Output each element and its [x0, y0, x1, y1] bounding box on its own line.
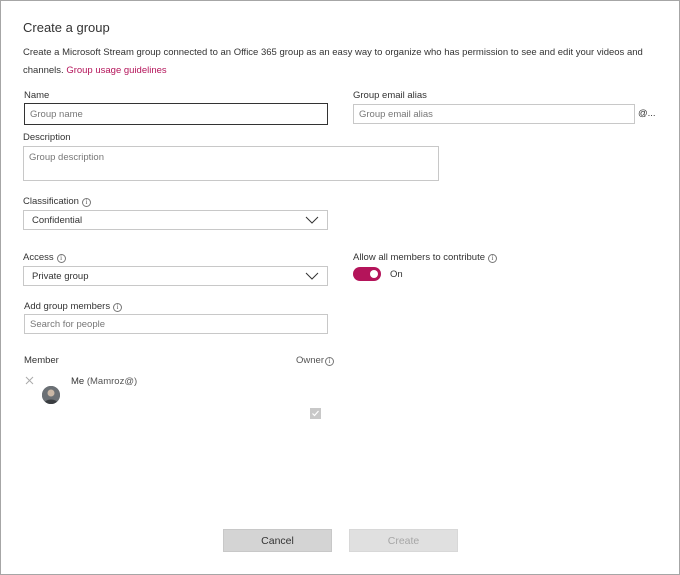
- member-alias: (Mamroz@): [86, 376, 138, 387]
- member-name-cell: Me (Mamroz@): [71, 376, 137, 387]
- members-label: Add group members: [24, 301, 111, 312]
- access-value: Private group: [32, 270, 89, 282]
- members-label-row: Add group members i: [24, 301, 123, 312]
- name-label: Name: [24, 90, 50, 101]
- toggle-knob: [370, 270, 378, 278]
- access-label: Access: [23, 252, 54, 263]
- create-group-dialog: Create a group Create a Microsoft Stream…: [0, 0, 680, 575]
- owner-column-header-row: Owner i: [296, 355, 334, 366]
- member-name: Me: [71, 376, 85, 387]
- owner-column-header: Owner: [296, 355, 324, 366]
- checkmark-icon: [312, 410, 319, 417]
- person-avatar-icon: [42, 386, 60, 404]
- cancel-button[interactable]: Cancel: [223, 529, 332, 552]
- owner-checkbox[interactable]: [310, 408, 321, 419]
- info-icon[interactable]: i: [324, 357, 334, 366]
- group-name-input[interactable]: [24, 103, 328, 125]
- chevron-down-icon: [305, 216, 319, 224]
- create-button[interactable]: Create: [349, 529, 458, 552]
- info-icon[interactable]: i: [56, 254, 66, 263]
- dialog-description: Create a Microsoft Stream group connecte…: [23, 44, 653, 80]
- dialog-title: Create a group: [23, 20, 110, 35]
- chevron-down-icon: [305, 272, 319, 280]
- avatar: [42, 386, 60, 404]
- classification-label: Classification: [23, 196, 79, 207]
- email-domain-suffix: @...: [638, 108, 656, 119]
- group-usage-guidelines-link[interactable]: Group usage guidelines: [66, 65, 166, 76]
- classification-label-row: Classification i: [23, 196, 91, 207]
- classification-dropdown[interactable]: Confidential: [23, 210, 328, 230]
- contribute-label-row: Allow all members to contribute i: [353, 252, 497, 263]
- classification-value: Confidential: [32, 214, 83, 226]
- contribute-state-text: On: [390, 269, 403, 280]
- info-icon[interactable]: i: [113, 303, 123, 312]
- info-icon[interactable]: i: [488, 254, 497, 263]
- remove-member-icon[interactable]: [25, 376, 34, 385]
- description-label: Description: [23, 132, 71, 143]
- member-column-header: Member: [24, 355, 59, 366]
- group-description-input[interactable]: [23, 146, 439, 181]
- access-label-row: Access i: [23, 252, 66, 263]
- contribute-label: Allow all members to contribute: [353, 252, 485, 263]
- email-alias-label: Group email alias: [353, 90, 427, 101]
- group-email-alias-input[interactable]: [353, 104, 635, 124]
- info-icon[interactable]: i: [81, 198, 91, 207]
- access-dropdown[interactable]: Private group: [23, 266, 328, 286]
- contribute-toggle[interactable]: [353, 267, 381, 281]
- people-search-input[interactable]: [24, 314, 328, 334]
